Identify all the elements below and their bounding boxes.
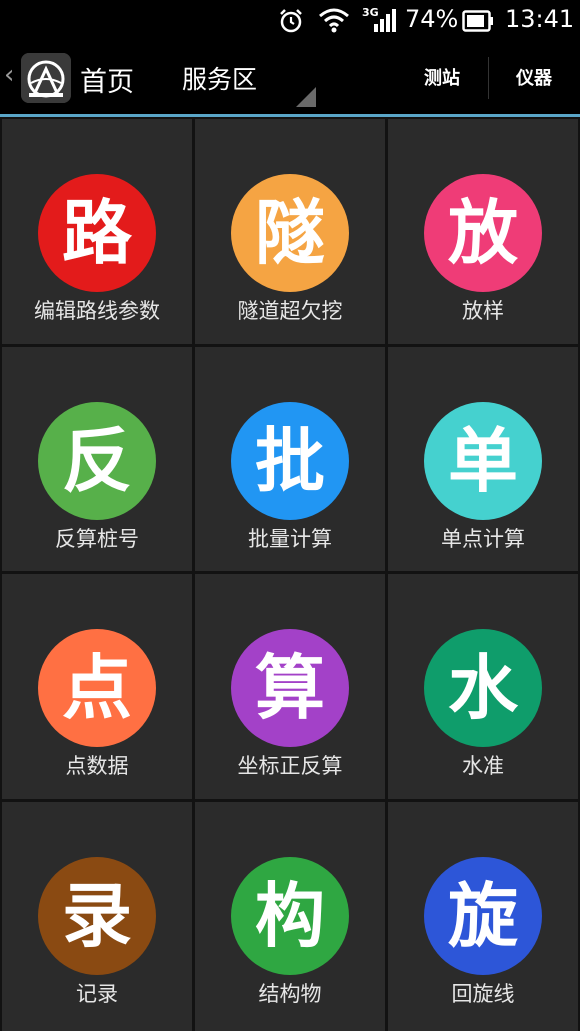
- tile-glyph-circle: 点: [38, 629, 156, 747]
- tile-glyph-circle: 水: [424, 629, 542, 747]
- tile-label: 坐标正反算: [237, 754, 343, 778]
- home-title[interactable]: 首页: [80, 60, 134, 99]
- tile-label: 反算桩号: [55, 527, 139, 551]
- instrument-button[interactable]: 仪器: [516, 64, 552, 90]
- tile-label: 记录: [76, 982, 118, 1006]
- tile-label: 放样: [462, 299, 504, 323]
- tile-glyph-circle: 反: [38, 402, 156, 520]
- tile-label: 编辑路线参数: [34, 299, 160, 323]
- tile-single-point-calc[interactable]: 单 单点计算: [388, 347, 578, 571]
- tile-label: 回旋线: [451, 982, 515, 1006]
- tile-tunnel[interactable]: 隧 隧道超欠挖: [195, 119, 385, 344]
- tile-point-data[interactable]: 点 点数据: [2, 574, 192, 799]
- station-button[interactable]: 测站: [424, 64, 460, 90]
- tile-glyph-circle: 旋: [424, 857, 542, 975]
- tile-label: 结构物: [258, 982, 322, 1006]
- wifi-icon: [318, 7, 350, 37]
- tile-leveling[interactable]: 水 水准: [388, 574, 578, 799]
- tile-label: 水准: [462, 754, 504, 778]
- tile-batch-calc[interactable]: 批 批量计算: [195, 347, 385, 571]
- tile-spiral[interactable]: 旋 回旋线: [388, 802, 578, 1031]
- tile-label: 隧道超欠挖: [237, 299, 343, 323]
- tile-glyph-circle: 放: [424, 174, 542, 292]
- tile-coordinate-calc[interactable]: 算 坐标正反算: [195, 574, 385, 799]
- function-grid: 路 编辑路线参数 隧 隧道超欠挖 放 放样 反 反算桩号 批 批量计算 单 单点…: [0, 117, 580, 1031]
- tile-label: 批量计算: [248, 527, 332, 551]
- survey-app-icon[interactable]: [21, 53, 71, 103]
- tile-edit-route[interactable]: 路 编辑路线参数: [2, 119, 192, 344]
- tile-glyph-circle: 录: [38, 857, 156, 975]
- chevron-left-icon[interactable]: ‹: [4, 60, 14, 90]
- tile-label: 点数据: [65, 754, 129, 778]
- network-type-label: 3G: [362, 6, 379, 19]
- tile-glyph-circle: 路: [38, 174, 156, 292]
- tile-stakeout[interactable]: 放 放样: [388, 119, 578, 344]
- tile-glyph-circle: 单: [424, 402, 542, 520]
- action-divider: [488, 57, 489, 99]
- status-bar: 3G 74% 13:41: [0, 0, 580, 40]
- tile-glyph-circle: 隧: [231, 174, 349, 292]
- battery-icon: [462, 10, 494, 36]
- action-bar: ‹ 首页 服务区 测站 仪器: [0, 40, 580, 114]
- tile-label: 单点计算: [441, 527, 525, 551]
- battery-percent: 74%: [405, 5, 459, 33]
- tile-records[interactable]: 录 记录: [2, 802, 192, 1031]
- alarm-clock-icon: [278, 8, 304, 38]
- dropdown-indicator-icon[interactable]: [296, 87, 316, 107]
- tile-glyph-circle: 算: [231, 629, 349, 747]
- tile-reverse-station[interactable]: 反 反算桩号: [2, 347, 192, 571]
- tile-structures[interactable]: 构 结构物: [195, 802, 385, 1031]
- tile-glyph-circle: 构: [231, 857, 349, 975]
- tile-glyph-circle: 批: [231, 402, 349, 520]
- service-area-title[interactable]: 服务区: [182, 60, 257, 96]
- clock-time: 13:41: [505, 5, 575, 33]
